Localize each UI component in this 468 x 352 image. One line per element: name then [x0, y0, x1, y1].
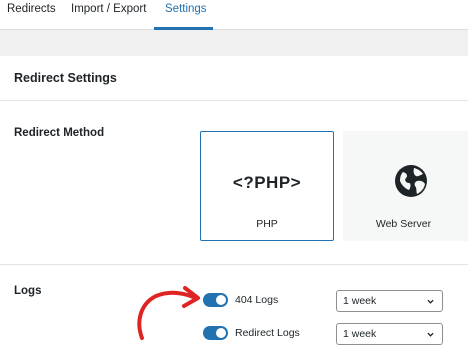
- tab-settings[interactable]: Settings: [165, 3, 207, 15]
- method-option-web-server[interactable]: Web Server: [343, 131, 468, 241]
- chevron-down-icon: [427, 299, 434, 304]
- tab-import-export[interactable]: Import / Export: [71, 3, 146, 15]
- chevron-down-icon: [427, 332, 434, 337]
- redirect-logs-retention-select[interactable]: 1 week: [336, 323, 443, 345]
- globe-icon: [395, 165, 427, 197]
- section-divider: [0, 264, 468, 265]
- toggle-knob: [216, 328, 226, 338]
- 404-logs-label: 404 Logs: [235, 294, 279, 306]
- annotation-arrow-icon: [137, 286, 200, 340]
- card-header: Redirect Settings: [0, 56, 468, 101]
- active-tab-indicator: [154, 27, 213, 30]
- method-option-php-label: PHP: [256, 218, 278, 230]
- toggle-knob: [216, 295, 226, 305]
- php-icon: <?PHP>: [232, 173, 302, 192]
- method-option-php[interactable]: <?PHP> PHP: [200, 131, 334, 241]
- redirect-logs-retention-value: 1 week: [343, 328, 377, 340]
- tab-bar: Redirects Import / Export Settings: [0, 0, 468, 30]
- redirect-method-label: Redirect Method: [14, 127, 105, 139]
- tab-redirects[interactable]: Redirects: [7, 3, 56, 15]
- logs-label: Logs: [14, 285, 42, 297]
- method-option-web-server-label: Web Server: [375, 218, 432, 230]
- card-title: Redirect Settings: [14, 71, 117, 85]
- redirect-settings-card: Redirect Settings Redirect Method <?PHP>…: [0, 56, 468, 352]
- redirect-logs-label: Redirect Logs: [235, 327, 300, 339]
- 404-logs-retention-value: 1 week: [343, 295, 377, 307]
- 404-logs-retention-select[interactable]: 1 week: [336, 290, 443, 312]
